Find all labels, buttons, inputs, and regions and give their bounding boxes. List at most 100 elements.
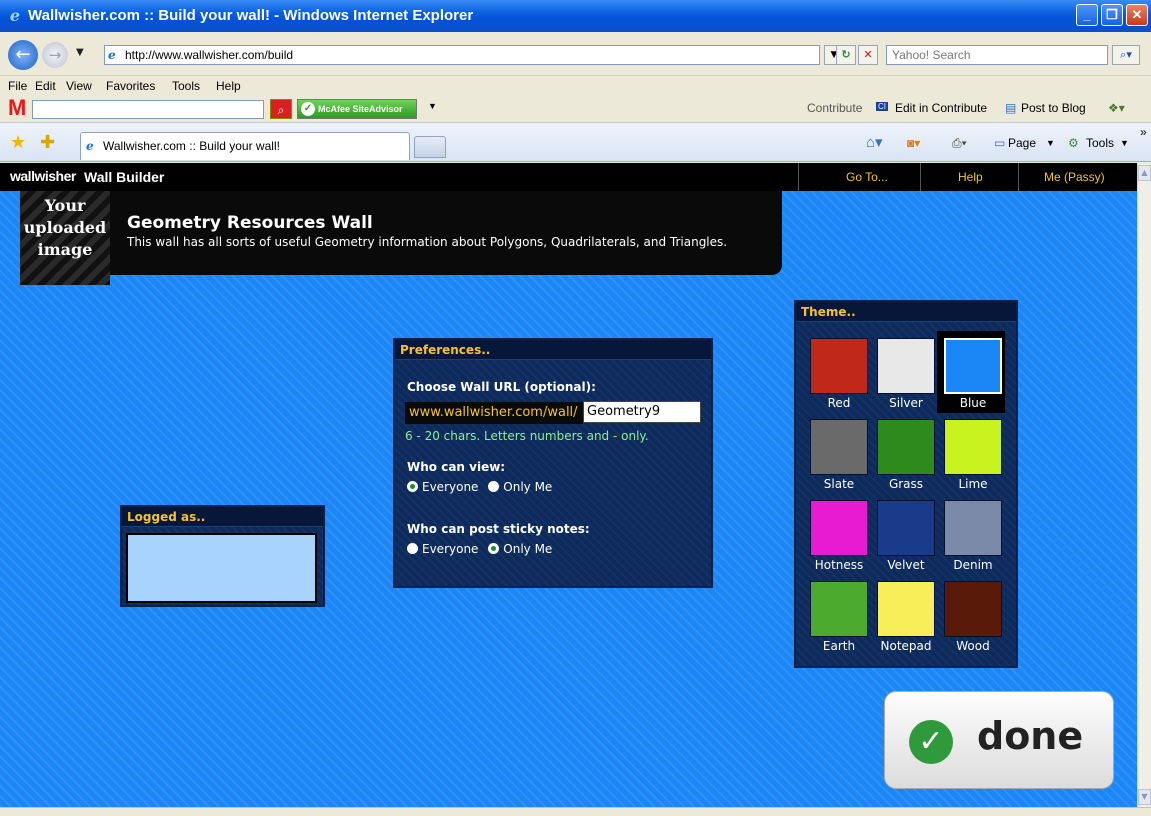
chevron-more-icon[interactable]: » <box>1140 125 1147 139</box>
back-icon[interactable]: ← <box>8 40 38 70</box>
refresh-icon[interactable]: ↻ <box>836 45 856 65</box>
maximize-button[interactable]: ❐ <box>1101 4 1123 26</box>
print-icon[interactable]: ⎙▾ <box>952 136 967 151</box>
gear-icon: ⚙ <box>1068 136 1079 150</box>
theme-label-lime[interactable]: Lime <box>940 477 1006 491</box>
tab-label: Wallwisher.com :: Build your wall! <box>103 139 280 153</box>
menu-view[interactable]: View <box>66 79 92 93</box>
theme-label-wood[interactable]: Wood <box>940 639 1006 653</box>
address-bar: ← → ▼ e http://www.wallwisher.com/build … <box>0 32 1151 76</box>
minimize-button[interactable]: _ <box>1076 4 1098 26</box>
new-tab-button[interactable] <box>414 136 446 158</box>
post-everyone-option[interactable]: Everyone <box>407 542 478 556</box>
theme-swatch-earth[interactable] <box>810 581 868 637</box>
tools-menu-button[interactable]: Tools <box>1086 136 1114 150</box>
who-can-view-label: Who can view: <box>407 460 506 474</box>
theme-swatch-slate[interactable] <box>810 419 868 475</box>
done-label: done <box>977 714 1084 758</box>
wall-description[interactable]: This wall has all sorts of useful Geomet… <box>127 235 727 249</box>
theme-label-blue[interactable]: Blue <box>940 396 1006 410</box>
post-to-blog-button[interactable]: Post to Blog <box>1021 101 1086 115</box>
history-dropdown-icon[interactable]: ▼ <box>76 47 84 58</box>
theme-swatch-grass[interactable] <box>877 419 935 475</box>
radio-icon[interactable] <box>488 481 500 492</box>
edit-in-contribute-button[interactable]: Edit in Contribute <box>895 101 987 115</box>
theme-swatch-blue[interactable] <box>944 338 1002 394</box>
status-bar <box>0 807 1151 816</box>
theme-label-denim[interactable]: Denim <box>940 558 1006 572</box>
theme-label-notepad[interactable]: Notepad <box>873 639 939 653</box>
image-placeholder-line: Your <box>44 196 86 215</box>
add-favorite-icon[interactable]: ✚ <box>40 132 55 153</box>
home-icon[interactable]: ⌂▾ <box>866 133 883 151</box>
contribute-icon: CI <box>876 102 888 111</box>
menu-tools[interactable]: Tools <box>172 79 200 93</box>
logged-as-heading: Logged as.. <box>122 507 323 527</box>
done-button[interactable]: ✓ done <box>884 691 1114 789</box>
theme-swatch-velvet[interactable] <box>877 500 935 556</box>
view-only-me-label: Only Me <box>503 480 553 494</box>
theme-swatch-red[interactable] <box>810 338 868 394</box>
radio-icon[interactable] <box>407 543 418 554</box>
page-menu-dropdown-icon[interactable]: ▼ <box>1046 138 1055 148</box>
scroll-down-icon[interactable]: ▼ <box>1138 789 1151 805</box>
view-only-me-option[interactable]: Only Me <box>488 480 552 494</box>
url-input[interactable]: e http://www.wallwisher.com/build <box>104 45 820 65</box>
radio-selected-icon[interactable] <box>407 481 418 492</box>
vertical-scrollbar[interactable]: ▲ ▼ <box>1137 163 1151 807</box>
theme-swatch-lime[interactable] <box>944 419 1002 475</box>
wallwisher-header: wallwisher Wall Builder Go To... Help Me… <box>0 163 1137 191</box>
tools-dropdown-icon[interactable]: ▼ <box>1120 138 1129 148</box>
stop-icon[interactable]: ✕ <box>858 45 878 65</box>
siteadvisor-button[interactable]: ✓ McAfee SiteAdvisor <box>297 99 417 119</box>
menu-favorites[interactable]: Favorites <box>106 79 155 93</box>
contribute-label[interactable]: Contribute <box>807 101 862 115</box>
theme-swatch-notepad[interactable] <box>877 581 935 637</box>
page-menu-icon: ▭ <box>994 136 1006 150</box>
menu-help[interactable]: Help <box>216 79 241 93</box>
tab-active[interactable]: e Wallwisher.com :: Build your wall! <box>80 132 410 160</box>
theme-swatch-hotness[interactable] <box>810 500 868 556</box>
who-can-post-label: Who can post sticky notes: <box>407 522 590 536</box>
theme-swatch-denim[interactable] <box>944 500 1002 556</box>
blog-icon: ▤ <box>1005 101 1017 115</box>
nav-profile[interactable]: Me (Passy) <box>1044 170 1105 184</box>
theme-label-grass[interactable]: Grass <box>873 477 939 491</box>
logged-as-box <box>126 533 317 603</box>
theme-label-velvet[interactable]: Velvet <box>873 558 939 572</box>
page-menu-button[interactable]: Page <box>1008 136 1036 150</box>
logged-as-panel: Logged as.. <box>120 505 325 607</box>
wall-url-input[interactable]: Geometry9 <box>583 401 701 423</box>
window-titlebar[interactable]: e Wallwisher.com :: Build your wall! - W… <box>0 0 1151 32</box>
nav-help[interactable]: Help <box>958 170 983 184</box>
wall-title[interactable]: Geometry Resources Wall <box>127 213 373 233</box>
scroll-up-icon[interactable]: ▲ <box>1138 165 1151 181</box>
post-only-me-option[interactable]: Only Me <box>488 542 552 556</box>
mcafee-search-input[interactable] <box>32 100 264 119</box>
uploaded-image-placeholder[interactable]: Your uploaded image <box>20 191 110 285</box>
theme-label-silver[interactable]: Silver <box>873 396 939 410</box>
menu-file[interactable]: File <box>8 79 27 93</box>
close-button[interactable]: ✕ <box>1126 4 1148 26</box>
theme-label-earth[interactable]: Earth <box>806 639 872 653</box>
siteadvisor-dropdown-icon[interactable]: ▼ <box>428 101 437 111</box>
mcafee-search-icon[interactable]: ⌕ <box>270 99 292 119</box>
view-everyone-option[interactable]: Everyone <box>407 480 478 494</box>
tab-bar: ★ ✚ e Wallwisher.com :: Build your wall!… <box>0 122 1151 162</box>
feeds-icon[interactable]: ◙▾ <box>907 136 920 150</box>
nav-goto[interactable]: Go To... <box>846 170 888 184</box>
search-input[interactable]: Yahoo! Search <box>886 45 1108 65</box>
theme-swatch-silver[interactable] <box>877 338 935 394</box>
theme-label-red[interactable]: Red <box>806 396 872 410</box>
theme-heading: Theme.. <box>796 302 1016 322</box>
forward-icon[interactable]: → <box>42 42 68 68</box>
menu-edit[interactable]: Edit <box>35 79 56 93</box>
theme-label-hotness[interactable]: Hotness <box>806 558 872 572</box>
wallwisher-logo[interactable]: wallwisher <box>10 168 76 184</box>
theme-swatch-wood[interactable] <box>944 581 1002 637</box>
favorites-star-icon[interactable]: ★ <box>10 132 26 153</box>
theme-label-slate[interactable]: Slate <box>806 477 872 491</box>
search-icon[interactable]: ⌕▾ <box>1112 45 1140 65</box>
radio-selected-icon[interactable] <box>488 543 500 554</box>
extension-icon[interactable]: ❖▾ <box>1108 101 1125 115</box>
